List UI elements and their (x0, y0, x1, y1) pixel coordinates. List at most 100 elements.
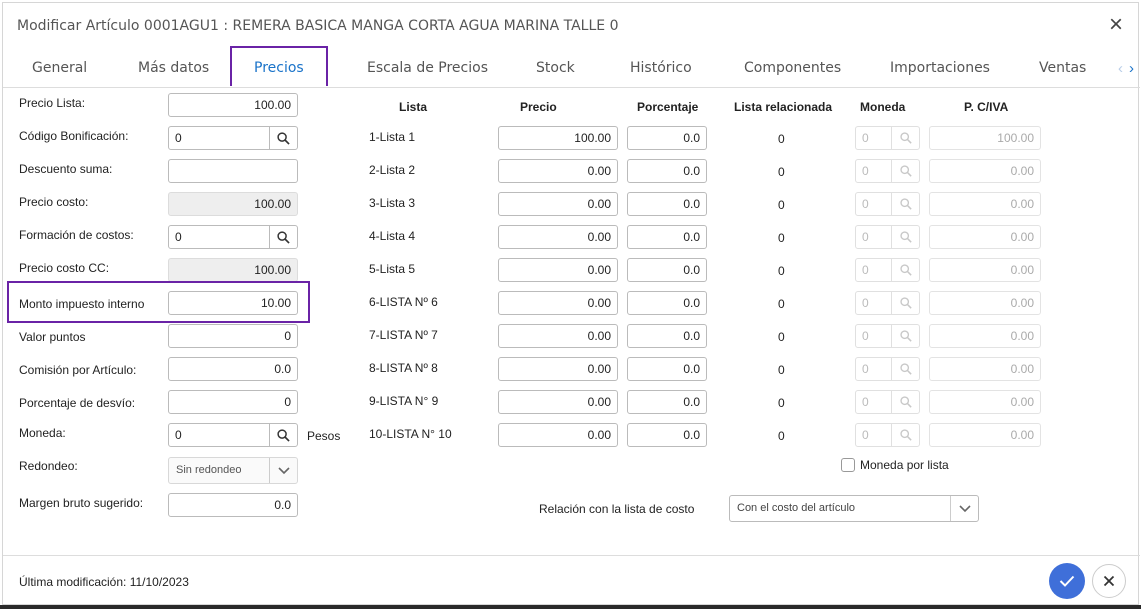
close-icon[interactable]: × (1104, 13, 1128, 38)
price-row-porcentaje-input[interactable]: 0.0 (627, 192, 707, 216)
price-row-lista: 7-LISTA Nº 7 (369, 328, 438, 342)
price-row-lista-relacionada: 0 (778, 165, 785, 179)
precio-costo-cc-label: Precio costo CC: (19, 261, 110, 275)
price-row-lista-relacionada: 0 (778, 363, 785, 377)
formacion-costos-label: Formación de costos: (19, 228, 134, 242)
price-row-pciva-field: 0.00 (929, 390, 1041, 414)
formacion-costos-value[interactable]: 0 (175, 226, 182, 248)
price-row-porcentaje-input[interactable]: 0.0 (627, 324, 707, 348)
price-row-lista-relacionada: 0 (778, 429, 785, 443)
price-row-lista: 9-LISTA N° 9 (369, 394, 439, 408)
porcentaje-desvio-input[interactable]: 0 (168, 390, 298, 414)
price-row-precio-input[interactable]: 0.00 (498, 159, 618, 183)
chevron-right-icon[interactable]: › (1129, 60, 1134, 77)
precio-costo-field: 100.00 (168, 192, 298, 216)
tab-escala-de-precios[interactable]: Escala de Precios (367, 48, 488, 87)
relacion-costo-select[interactable]: Con el costo del artículo (729, 495, 979, 522)
descuento-suma-input[interactable] (168, 159, 298, 183)
price-row-lista: 5-Lista 5 (369, 262, 416, 276)
price-row-porcentaje-input[interactable]: 0.0 (627, 126, 707, 150)
price-row-moneda-value: 0 (862, 362, 869, 376)
search-icon[interactable] (269, 226, 297, 248)
bottom-strip (0, 605, 1141, 609)
price-row-porcentaje-input[interactable]: 0.0 (627, 423, 707, 447)
price-row-moneda-lookup: 0 (855, 390, 920, 414)
price-row-moneda-value: 0 (862, 296, 869, 310)
price-row-porcentaje-input[interactable]: 0.0 (627, 357, 707, 381)
price-row-porcentaje-input[interactable]: 0.0 (627, 390, 707, 414)
tab-general[interactable]: General (32, 48, 87, 87)
header-lista: Lista (399, 100, 428, 114)
moneda-lookup[interactable]: 0 (168, 423, 298, 447)
price-row-precio-input[interactable]: 0.00 (498, 225, 618, 249)
precio-lista-input[interactable]: 100.00 (168, 93, 298, 117)
moneda-suffix: Pesos (307, 429, 341, 443)
price-row-moneda-lookup: 0 (855, 192, 920, 216)
tab-stock[interactable]: Stock (536, 48, 575, 87)
tab-mas-datos[interactable]: Más datos (138, 48, 209, 87)
comision-label: Comisión por Artículo: (19, 363, 137, 377)
codigo-bonificacion-lookup[interactable]: 0 (168, 126, 298, 150)
last-modified-text: Última modificación: 11/10/2023 (19, 575, 189, 589)
modal-dialog: Modificar Artículo 0001AGU1 : REMERA BAS… (2, 2, 1140, 605)
header-lista-relacionada: Lista relacionada (734, 100, 833, 114)
tab-ventas[interactable]: Ventas (1039, 48, 1086, 87)
redondeo-select[interactable]: Sin redondeo (168, 457, 298, 484)
tab-precios[interactable]: Precios (230, 46, 328, 86)
monto-impuesto-input[interactable]: 10.00 (168, 291, 298, 315)
search-icon[interactable] (269, 127, 297, 149)
search-icon[interactable] (269, 424, 297, 446)
price-row-pciva-field: 0.00 (929, 423, 1041, 447)
price-row-precio-input[interactable]: 0.00 (498, 390, 618, 414)
tab-importaciones[interactable]: Importaciones (890, 48, 990, 87)
price-row-porcentaje-input[interactable]: 0.0 (627, 159, 707, 183)
price-row-precio-input[interactable]: 0.00 (498, 324, 618, 348)
cancel-button[interactable] (1092, 564, 1126, 598)
moneda-por-lista-checkbox[interactable] (841, 458, 855, 472)
chevron-down-icon[interactable] (950, 496, 978, 521)
header-precio: Precio (520, 100, 557, 114)
chevron-down-icon[interactable] (269, 458, 297, 483)
price-row-precio-input[interactable]: 0.00 (498, 291, 618, 315)
price-row-precio-input[interactable]: 0.00 (498, 357, 618, 381)
relacion-costo-label: Relación con la lista de costo (539, 502, 695, 516)
chevron-left-icon[interactable]: ‹ (1118, 60, 1123, 77)
tab-componentes[interactable]: Componentes (744, 48, 841, 87)
redondeo-value: Sin redondeo (176, 464, 242, 476)
price-row-precio-input[interactable]: 0.00 (498, 423, 618, 447)
price-row-moneda-lookup: 0 (855, 159, 920, 183)
price-row-porcentaje-input[interactable]: 0.0 (627, 291, 707, 315)
confirm-button[interactable] (1049, 563, 1085, 599)
valor-puntos-input[interactable]: 0 (168, 324, 298, 348)
search-icon (891, 226, 919, 248)
price-row-lista-relacionada: 0 (778, 330, 785, 344)
codigo-bonificacion-label: Código Bonificación: (19, 129, 129, 143)
price-row-porcentaje-input[interactable]: 0.0 (627, 258, 707, 282)
moneda-value[interactable]: 0 (175, 424, 182, 446)
valor-puntos-label: Valor puntos (19, 330, 86, 344)
margen-bruto-input[interactable]: 0.0 (168, 493, 298, 517)
search-icon (891, 160, 919, 182)
price-row-lista: 4-Lista 4 (369, 229, 416, 243)
price-row-porcentaje-input[interactable]: 0.0 (627, 225, 707, 249)
porcentaje-desvio-label: Porcentaje de desvío: (19, 396, 136, 410)
moneda-label: Moneda: (19, 426, 66, 440)
check-icon (1059, 575, 1075, 587)
tab-historico[interactable]: Histórico (630, 48, 692, 87)
formacion-costos-lookup[interactable]: 0 (168, 225, 298, 249)
price-row-precio-input[interactable]: 0.00 (498, 192, 618, 216)
price-row-precio-input[interactable]: 100.00 (498, 126, 618, 150)
margen-bruto-label: Margen bruto sugerido: (19, 496, 144, 510)
search-icon (891, 259, 919, 281)
price-row-moneda-value: 0 (862, 428, 869, 442)
search-icon (891, 292, 919, 314)
header-pciva: P. C/IVA (964, 100, 1009, 114)
price-row-moneda-value: 0 (862, 164, 869, 178)
search-icon (891, 424, 919, 446)
comision-input[interactable]: 0.0 (168, 357, 298, 381)
header-moneda: Moneda (860, 100, 906, 114)
price-row-moneda-lookup: 0 (855, 423, 920, 447)
close-icon (1103, 575, 1115, 587)
price-row-precio-input[interactable]: 0.00 (498, 258, 618, 282)
codigo-bonificacion-value[interactable]: 0 (175, 127, 182, 149)
